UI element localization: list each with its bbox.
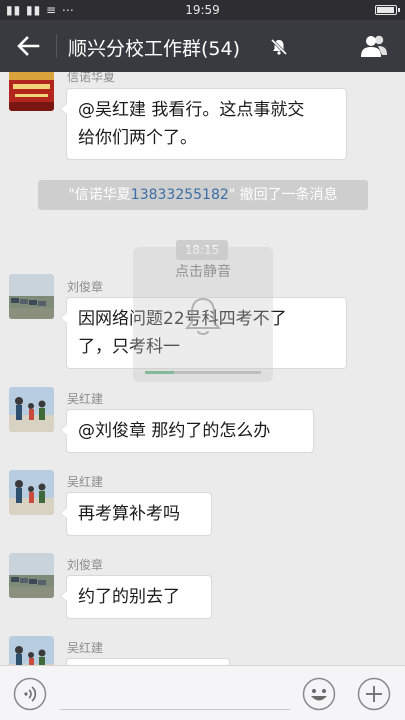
mute-progress-fill — [145, 371, 174, 374]
avatar[interactable] — [9, 470, 54, 515]
message-text: 再考算补考吗 — [78, 504, 180, 524]
avatar[interactable] — [9, 387, 54, 432]
message-bubble[interactable]: @吴红建 我看行。这点事就交 给你们两个了。 — [60, 88, 347, 160]
sender-name: 刘俊章 — [67, 280, 104, 294]
message-bubble[interactable]: 再考算补考吗 — [60, 492, 212, 536]
battery-icon — [375, 5, 400, 15]
avatar[interactable] — [9, 636, 54, 665]
chat-area[interactable]: 信诺华夏 @吴红建 我看行。这点事就交 给你们两个了。 "信诺华夏1383325… — [0, 72, 405, 665]
emoji-icon[interactable] — [302, 677, 336, 711]
message-text: @刘俊章 那约了的怎么办 — [78, 421, 271, 441]
status-time: 19:59 — [185, 3, 220, 17]
title-divider — [56, 34, 57, 58]
page-title: 顺兴分校工作群(54) — [68, 38, 241, 60]
avatar[interactable] — [9, 72, 54, 111]
recall-notice-phone-link[interactable]: 13833255182 — [131, 187, 229, 203]
message-text: 给你们两个了。 — [78, 128, 197, 148]
message-input[interactable] — [60, 678, 290, 710]
sender-name: 刘俊章 — [67, 558, 104, 572]
message-bubble[interactable]: @刘俊章 那约了的怎么办 — [60, 409, 314, 453]
title-bar: 顺兴分校工作群(54) — [0, 20, 405, 72]
recall-notice-name: "信诺华夏 — [68, 187, 131, 203]
avatar[interactable] — [9, 274, 54, 319]
sender-name: 吴红建 — [67, 392, 104, 406]
input-bar — [0, 665, 405, 720]
sender-name: 吴红建 — [67, 641, 104, 655]
recall-notice: "信诺华夏13833255182" 撤回了一条消息 — [38, 180, 368, 210]
group-members-icon[interactable] — [359, 33, 389, 59]
message-bubble[interactable] — [66, 658, 230, 665]
voice-icon[interactable] — [13, 677, 47, 711]
recall-notice-text: " 撤回了一条消息 — [228, 187, 338, 203]
bell-icon — [184, 297, 222, 335]
message-text: 约了的别去了 — [78, 587, 180, 607]
mute-overlay[interactable]: 点击静音 — [133, 247, 273, 382]
message-bubble[interactable]: 约了的别去了 — [60, 575, 212, 619]
sender-name: 信诺华夏 — [67, 72, 116, 84]
message-text: @吴红建 我看行。这点事就交 — [78, 100, 305, 120]
plus-icon[interactable] — [357, 677, 391, 711]
mute-progress-track — [145, 371, 261, 374]
mute-overlay-label: 点击静音 — [175, 264, 231, 280]
status-bar: ▮▮ ▮▮ ≡ ⋯ 19:59 — [0, 0, 405, 20]
mute-bell-icon — [270, 38, 288, 56]
avatar[interactable] — [9, 553, 54, 598]
sender-name: 吴红建 — [67, 475, 104, 489]
back-arrow-icon[interactable] — [14, 32, 42, 60]
